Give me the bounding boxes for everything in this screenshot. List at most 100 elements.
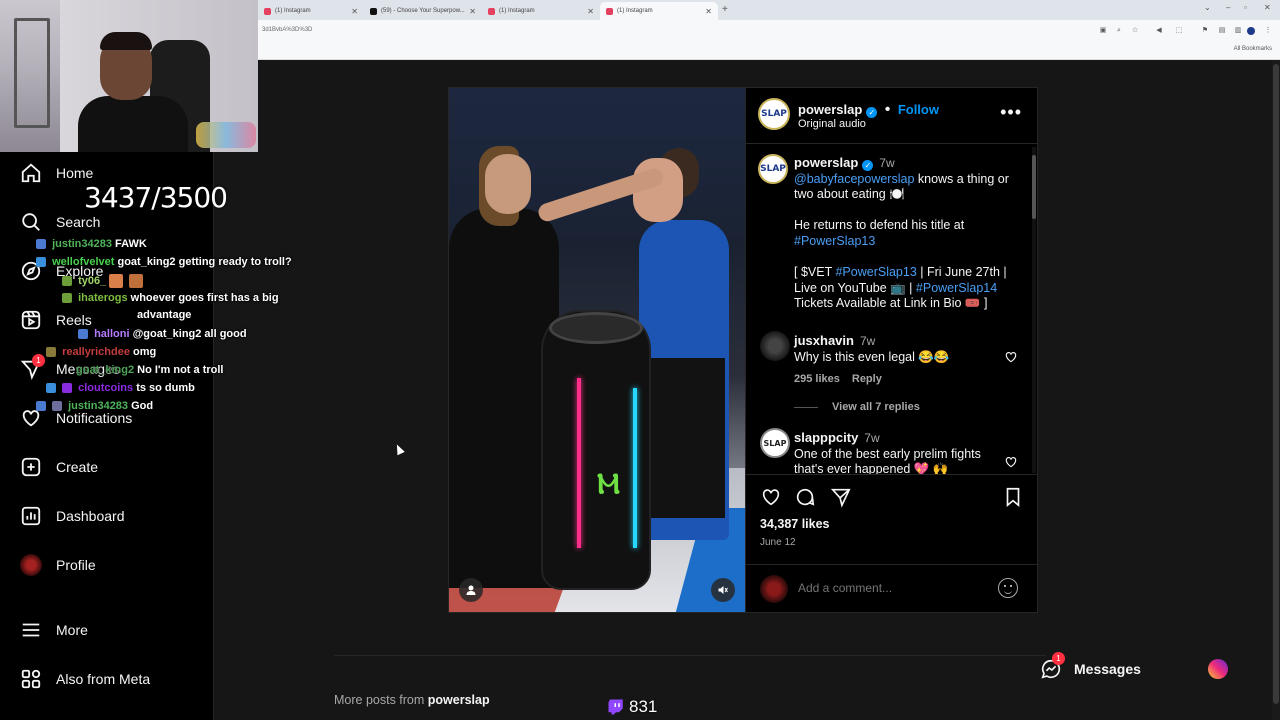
post-sidebar: SLAP powerslap ✓ • Follow Original audio … <box>745 88 1038 612</box>
profile-icon[interactable] <box>1247 27 1255 35</box>
chat-message: reallyrichdee omg <box>46 346 156 358</box>
extensions-icon[interactable]: ⬚ <box>1175 27 1183 35</box>
zoom-icon[interactable]: ⌕ <box>1115 27 1123 35</box>
verified-badge-icon: ✓ <box>862 160 874 171</box>
close-window-icon[interactable]: ✕ <box>1264 3 1271 12</box>
twitch-viewer-count: 831 <box>607 697 657 717</box>
chat-message: cloutcoins ts so dumb <box>46 382 195 394</box>
profile-avatar <box>20 554 42 576</box>
close-tab-icon[interactable]: ✕ <box>469 7 476 16</box>
likes-count[interactable]: 34,387 likes <box>760 517 830 531</box>
mute-button[interactable] <box>711 578 735 602</box>
maximize-icon[interactable]: ▫ <box>1244 3 1247 12</box>
post-caption: powerslap ✓ 7w @babyfacepowerslap knows a … <box>794 155 1009 311</box>
chat-message: advantage <box>137 309 192 321</box>
audio-icon[interactable]: ◀ <box>1155 27 1163 35</box>
cat-tree <box>14 18 50 128</box>
tab-search-icon[interactable]: ⌄ <box>1204 3 1211 12</box>
webcam-overlay <box>0 0 258 152</box>
downloads-icon[interactable]: ▤ <box>1218 27 1226 35</box>
post-date: June 12 <box>760 537 796 548</box>
comments-section[interactable]: SLAP powerslap ✓ 7w @babyfacepowerslap kno… <box>746 145 1038 475</box>
follow-button[interactable]: Follow <box>898 102 939 117</box>
add-comment-bar <box>746 564 1038 612</box>
sidebar-item-more[interactable]: More <box>20 619 88 641</box>
like-comment-heart-icon[interactable] <box>1004 455 1018 469</box>
chat-message: ty06_ <box>62 274 146 288</box>
tagged-users-button[interactable] <box>459 578 483 602</box>
monster-logo-icon: Ⲙ <box>597 468 620 499</box>
chat-badge-icon <box>36 401 46 412</box>
chat-badge-icon <box>46 383 56 394</box>
chat-badge-icon <box>46 347 56 358</box>
chat-message: goat_king2 No I'm not a troll <box>76 364 224 376</box>
browser-tab-3[interactable]: (1) Instagram ✕ <box>482 2 600 20</box>
instagram-favicon-icon <box>264 7 271 15</box>
like-comment-heart-icon[interactable] <box>1004 350 1018 364</box>
chat-badge-icon <box>36 257 46 268</box>
sidebar-icon[interactable]: ▥ <box>1234 27 1242 35</box>
messages-floating-button[interactable]: 1 Messages <box>1030 650 1240 688</box>
powerslap-avatar[interactable]: SLAP <box>758 154 788 184</box>
reply-button[interactable]: Reply <box>852 373 882 385</box>
post-header: SLAP powerslap ✓ • Follow Original audio … <box>746 88 1038 144</box>
save-button-bookmark-icon[interactable] <box>1002 486 1024 508</box>
hashtag-link[interactable]: #PowerSlap13 <box>794 234 875 248</box>
close-tab-icon[interactable]: ✕ <box>351 7 358 16</box>
more-options-icon[interactable]: ••• <box>1000 102 1022 123</box>
sidebar-item-search[interactable]: Search <box>20 211 100 233</box>
share-button-send-icon[interactable] <box>830 486 852 508</box>
all-bookmarks-button[interactable]: All Bookmarks <box>1234 46 1272 52</box>
powerslap-avatar[interactable]: SLAP <box>758 98 790 130</box>
more-posts-username[interactable]: powerslap <box>428 693 490 707</box>
install-icon[interactable]: ▣ <box>1099 27 1107 35</box>
chat-message: justin34283 FAWK <box>36 238 147 250</box>
comment-item: slapppcity 7w One of the best early preli… <box>794 430 981 475</box>
chat-badge-icon <box>78 329 88 340</box>
bookmark-star-icon[interactable]: ☆ <box>1131 27 1139 35</box>
reels-icon <box>20 309 42 331</box>
comments-scrollbar[interactable] <box>1032 147 1036 473</box>
emote-icon <box>129 274 144 288</box>
comment-button-bubble-icon[interactable] <box>794 486 816 508</box>
chat-badge-icon <box>62 293 72 304</box>
sidebar-item-profile[interactable]: Profile <box>20 554 96 576</box>
add-comment-input[interactable] <box>798 581 978 595</box>
close-tab-icon[interactable]: ✕ <box>587 7 594 16</box>
post-video[interactable]: Ⲙ <box>449 88 745 612</box>
commenter-avatar[interactable] <box>760 331 790 361</box>
close-tab-icon[interactable]: ✕ <box>705 7 712 16</box>
new-tab-button[interactable]: + <box>722 4 728 15</box>
sidebar-item-home[interactable]: Home <box>20 162 93 184</box>
plus-square-icon <box>20 456 42 478</box>
comment-item: jusxhavin 7w Why is this even legal 😂😂 29… <box>794 333 950 386</box>
hashtag-link[interactable]: #PowerSlap13 <box>835 265 916 279</box>
post-author-username[interactable]: powerslap <box>798 102 862 117</box>
browser-tab-1[interactable]: (1) Instagram ✕ <box>258 2 364 20</box>
extension-icon[interactable]: ⚑ <box>1201 27 1209 35</box>
tiktok-favicon-icon <box>370 7 377 15</box>
stream-goal-counter: 3437/3500 <box>84 181 228 214</box>
sidebar-item-also-from-meta[interactable]: Also from Meta <box>20 668 150 690</box>
screen: (1) Instagram ✕ (59) - Choose Your Super… <box>0 0 1280 720</box>
search-icon <box>20 211 42 233</box>
hashtag-link[interactable]: #PowerSlap14 <box>916 281 997 295</box>
original-audio-link[interactable]: Original audio <box>798 118 866 130</box>
commenter-avatar[interactable]: SLAP <box>760 428 790 458</box>
instagram-favicon-icon <box>606 7 613 15</box>
current-user-avatar <box>760 575 788 603</box>
page-scrollbar[interactable] <box>1272 60 1280 720</box>
view-replies-button[interactable]: View all 7 replies <box>794 401 920 413</box>
kebab-menu-icon[interactable]: ⋮ <box>1264 27 1272 35</box>
like-button-heart-icon[interactable] <box>760 486 782 508</box>
instagram-logo-icon <box>1208 659 1228 679</box>
sidebar-item-create[interactable]: Create <box>20 456 98 478</box>
mention-link[interactable]: @babyfacepowerslap <box>794 172 914 186</box>
browser-tab-2[interactable]: (59) - Choose Your Superpow... ✕ <box>364 2 482 20</box>
chat-message: halloni @goat_king2 all good <box>78 328 247 340</box>
sidebar-item-dashboard[interactable]: Dashboard <box>20 505 125 527</box>
emoji-picker-icon[interactable] <box>998 578 1018 598</box>
minimize-icon[interactable]: – <box>1226 3 1230 12</box>
browser-tab-4-active[interactable]: (1) Instagram ✕ <box>600 2 718 20</box>
url-field[interactable]: 3d1BvbA%3D%3D <box>262 27 312 33</box>
